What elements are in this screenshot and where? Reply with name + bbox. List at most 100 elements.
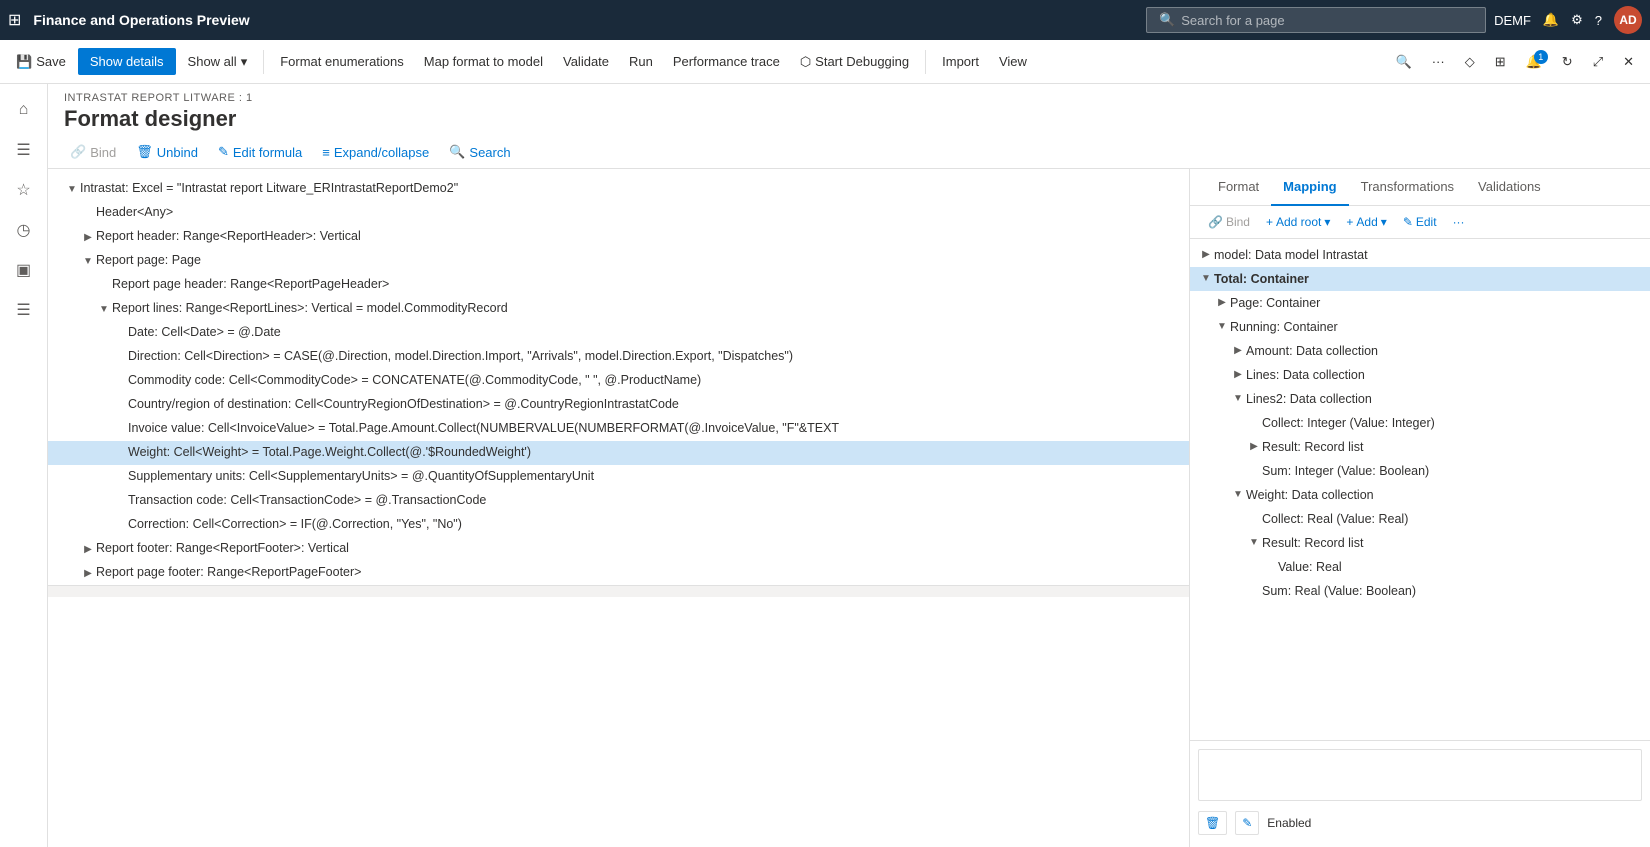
rp-edit-button[interactable]: ✎ Edit — [1397, 212, 1443, 232]
view-button[interactable]: View — [991, 48, 1035, 75]
show-details-button[interactable]: Show details — [78, 48, 176, 75]
save-icon: 💾 — [16, 54, 32, 70]
horizontal-scrollbar[interactable] — [48, 585, 1189, 597]
link-icon: 🔗 — [1208, 215, 1223, 229]
help-icon[interactable]: ? — [1595, 13, 1602, 28]
tree-item-page-header[interactable]: Report page header: Range<ReportPageHead… — [48, 273, 1189, 297]
format-tree[interactable]: ▼ Intrastat: Excel = "Intrastat report L… — [48, 169, 1190, 847]
expand-icon-report-header[interactable]: ▶ — [80, 227, 96, 247]
settings-icon[interactable]: ⚙ — [1571, 12, 1583, 28]
validate-button[interactable]: Validate — [555, 48, 617, 75]
notifications-icon[interactable]: 🔔 — [1543, 12, 1559, 28]
env-label[interactable]: DEMF — [1494, 13, 1531, 28]
rp-bind-button[interactable]: 🔗 Bind — [1202, 212, 1256, 232]
show-all-button[interactable]: Show all ▾ — [180, 48, 256, 76]
map-item-lines[interactable]: ▶ Lines: Data collection — [1190, 363, 1650, 387]
right-panel-tabs: Format Mapping Transformations Validatio… — [1190, 169, 1650, 206]
panel-toggle-button[interactable]: ⊞ — [1487, 48, 1514, 76]
map-item-weight-collection[interactable]: ▼ Weight: Data collection — [1190, 483, 1650, 507]
map-item-lines2-sum[interactable]: Sum: Integer (Value: Boolean) — [1190, 459, 1650, 483]
expand-icon-report-footer[interactable]: ▶ — [80, 539, 96, 559]
expand-icon-page-header[interactable] — [96, 275, 112, 295]
tree-item-report-page[interactable]: ▼ Report page: Page — [48, 249, 1189, 273]
tree-item-supplementary[interactable]: Supplementary units: Cell<SupplementaryU… — [48, 465, 1189, 489]
map-format-to-model-button[interactable]: Map format to model — [416, 48, 551, 75]
tree-item-direction[interactable]: Direction: Cell<Direction> = CASE(@.Dire… — [48, 345, 1189, 369]
sidebar-list-icon[interactable]: ☰ — [6, 292, 42, 328]
map-item-weight-collect[interactable]: Collect: Real (Value: Real) — [1190, 507, 1650, 531]
search-input[interactable] — [1181, 13, 1473, 28]
separator2 — [925, 50, 926, 74]
map-item-running[interactable]: ▼ Running: Container — [1190, 315, 1650, 339]
badge-button[interactable]: 🔔1 — [1518, 48, 1550, 76]
save-button[interactable]: 💾 Save — [8, 48, 74, 76]
tree-item-report-lines[interactable]: ▼ Report lines: Range<ReportLines>: Vert… — [48, 297, 1189, 321]
map-item-weight-result[interactable]: ▼ Result: Record list — [1190, 531, 1650, 555]
map-item-lines2[interactable]: ▼ Lines2: Data collection — [1190, 387, 1650, 411]
tree-item-correction[interactable]: Correction: Cell<Correction> = IF(@.Corr… — [48, 513, 1189, 537]
map-item-total[interactable]: ▼ Total: Container — [1190, 267, 1650, 291]
rp-add-root-button[interactable]: + Add root ▾ — [1260, 212, 1336, 232]
tree-item-weight[interactable]: Weight: Cell<Weight> = Total.Page.Weight… — [48, 441, 1189, 465]
tree-item-report-header[interactable]: ▶ Report header: Range<ReportHeader>: Ve… — [48, 225, 1189, 249]
rp-more-button[interactable]: ··· — [1447, 212, 1471, 232]
formula-box[interactable] — [1198, 749, 1642, 801]
tree-item-header[interactable]: Header<Any> — [48, 201, 1189, 225]
global-search[interactable]: 🔍 — [1146, 7, 1486, 33]
sidebar-star-icon[interactable]: ☆ — [6, 172, 42, 208]
import-button[interactable]: Import — [934, 48, 987, 75]
mapping-tree[interactable]: ▶ model: Data model Intrastat ▼ Total: C… — [1190, 239, 1650, 740]
expand-icon-page-footer[interactable]: ▶ — [80, 563, 96, 583]
edit-formula-rp-button[interactable]: ✎ — [1235, 811, 1259, 835]
unbind-button[interactable]: 🗑 Unbind — [130, 140, 204, 164]
tree-item-transaction[interactable]: Transaction code: Cell<TransactionCode> … — [48, 489, 1189, 513]
map-item-page[interactable]: ▶ Page: Container — [1190, 291, 1650, 315]
map-item-amount[interactable]: ▶ Amount: Data collection — [1190, 339, 1650, 363]
tree-item-commodity[interactable]: Commodity code: Cell<CommodityCode> = CO… — [48, 369, 1189, 393]
delete-formula-button[interactable]: 🗑 — [1198, 811, 1227, 835]
expand-icon-report-page[interactable]: ▼ — [80, 251, 96, 271]
expand-collapse-button[interactable]: ≡ Expand/collapse — [316, 141, 435, 164]
tree-item-date[interactable]: Date: Cell<Date> = @.Date — [48, 321, 1189, 345]
edit-formula-button[interactable]: ✎ Edit formula — [212, 140, 308, 164]
tree-item-country[interactable]: Country/region of destination: Cell<Coun… — [48, 393, 1189, 417]
expand-icon-report-lines[interactable]: ▼ — [96, 299, 112, 319]
tree-item-intrastat[interactable]: ▼ Intrastat: Excel = "Intrastat report L… — [48, 177, 1189, 201]
avatar[interactable]: AD — [1614, 6, 1642, 34]
top-nav: ⊞ Finance and Operations Preview 🔍 DEMF … — [0, 0, 1650, 40]
tree-item-invoice[interactable]: Invoice value: Cell<InvoiceValue> = Tota… — [48, 417, 1189, 441]
more-button[interactable]: ··· — [1424, 48, 1453, 75]
tab-validations[interactable]: Validations — [1466, 169, 1553, 206]
expand-icon: ≡ — [322, 145, 330, 160]
performance-trace-button[interactable]: Performance trace — [665, 48, 788, 75]
map-item-lines2-collect[interactable]: Collect: Integer (Value: Integer) — [1190, 411, 1650, 435]
search-cmd-button[interactable]: 🔍 — [1388, 48, 1420, 76]
tab-format[interactable]: Format — [1206, 169, 1271, 206]
search-tree-button[interactable]: 🔍 Search — [443, 140, 516, 164]
map-item-model[interactable]: ▶ model: Data model Intrastat — [1190, 243, 1650, 267]
diamond-icon-button[interactable]: ◇ — [1457, 48, 1483, 76]
tab-mapping[interactable]: Mapping — [1271, 169, 1348, 206]
expand-icon-header[interactable] — [80, 203, 96, 223]
start-debugging-button[interactable]: ⬡ Start Debugging — [792, 48, 917, 76]
refresh-button[interactable]: ↻ — [1554, 48, 1581, 76]
run-button[interactable]: Run — [621, 48, 661, 75]
close-button[interactable]: ✕ — [1615, 48, 1642, 76]
app-grid-icon[interactable]: ⊞ — [8, 10, 21, 30]
sidebar-recent-icon[interactable]: ◷ — [6, 212, 42, 248]
sidebar-filter-icon[interactable]: ☰ — [6, 132, 42, 168]
tree-item-page-footer[interactable]: ▶ Report page footer: Range<ReportPageFo… — [48, 561, 1189, 585]
map-item-lines2-result[interactable]: ▶ Result: Record list — [1190, 435, 1650, 459]
format-enumerations-button[interactable]: Format enumerations — [272, 48, 412, 75]
rp-add-button[interactable]: + Add ▾ — [1340, 212, 1392, 232]
sidebar-home-icon[interactable]: ⌂ — [6, 92, 42, 128]
expand-icon-intrastat[interactable]: ▼ — [64, 179, 80, 199]
tab-transformations[interactable]: Transformations — [1349, 169, 1466, 206]
map-item-weight-sum[interactable]: Sum: Real (Value: Boolean) — [1190, 579, 1650, 603]
bind-button[interactable]: 🔗 Bind — [64, 140, 122, 164]
sidebar-workspace-icon[interactable]: ▣ — [6, 252, 42, 288]
tree-item-report-footer[interactable]: ▶ Report footer: Range<ReportFooter>: Ve… — [48, 537, 1189, 561]
popout-button[interactable]: ⤢ — [1585, 48, 1611, 76]
plus-root-icon: + — [1266, 215, 1273, 229]
map-item-weight-value[interactable]: Value: Real — [1190, 555, 1650, 579]
